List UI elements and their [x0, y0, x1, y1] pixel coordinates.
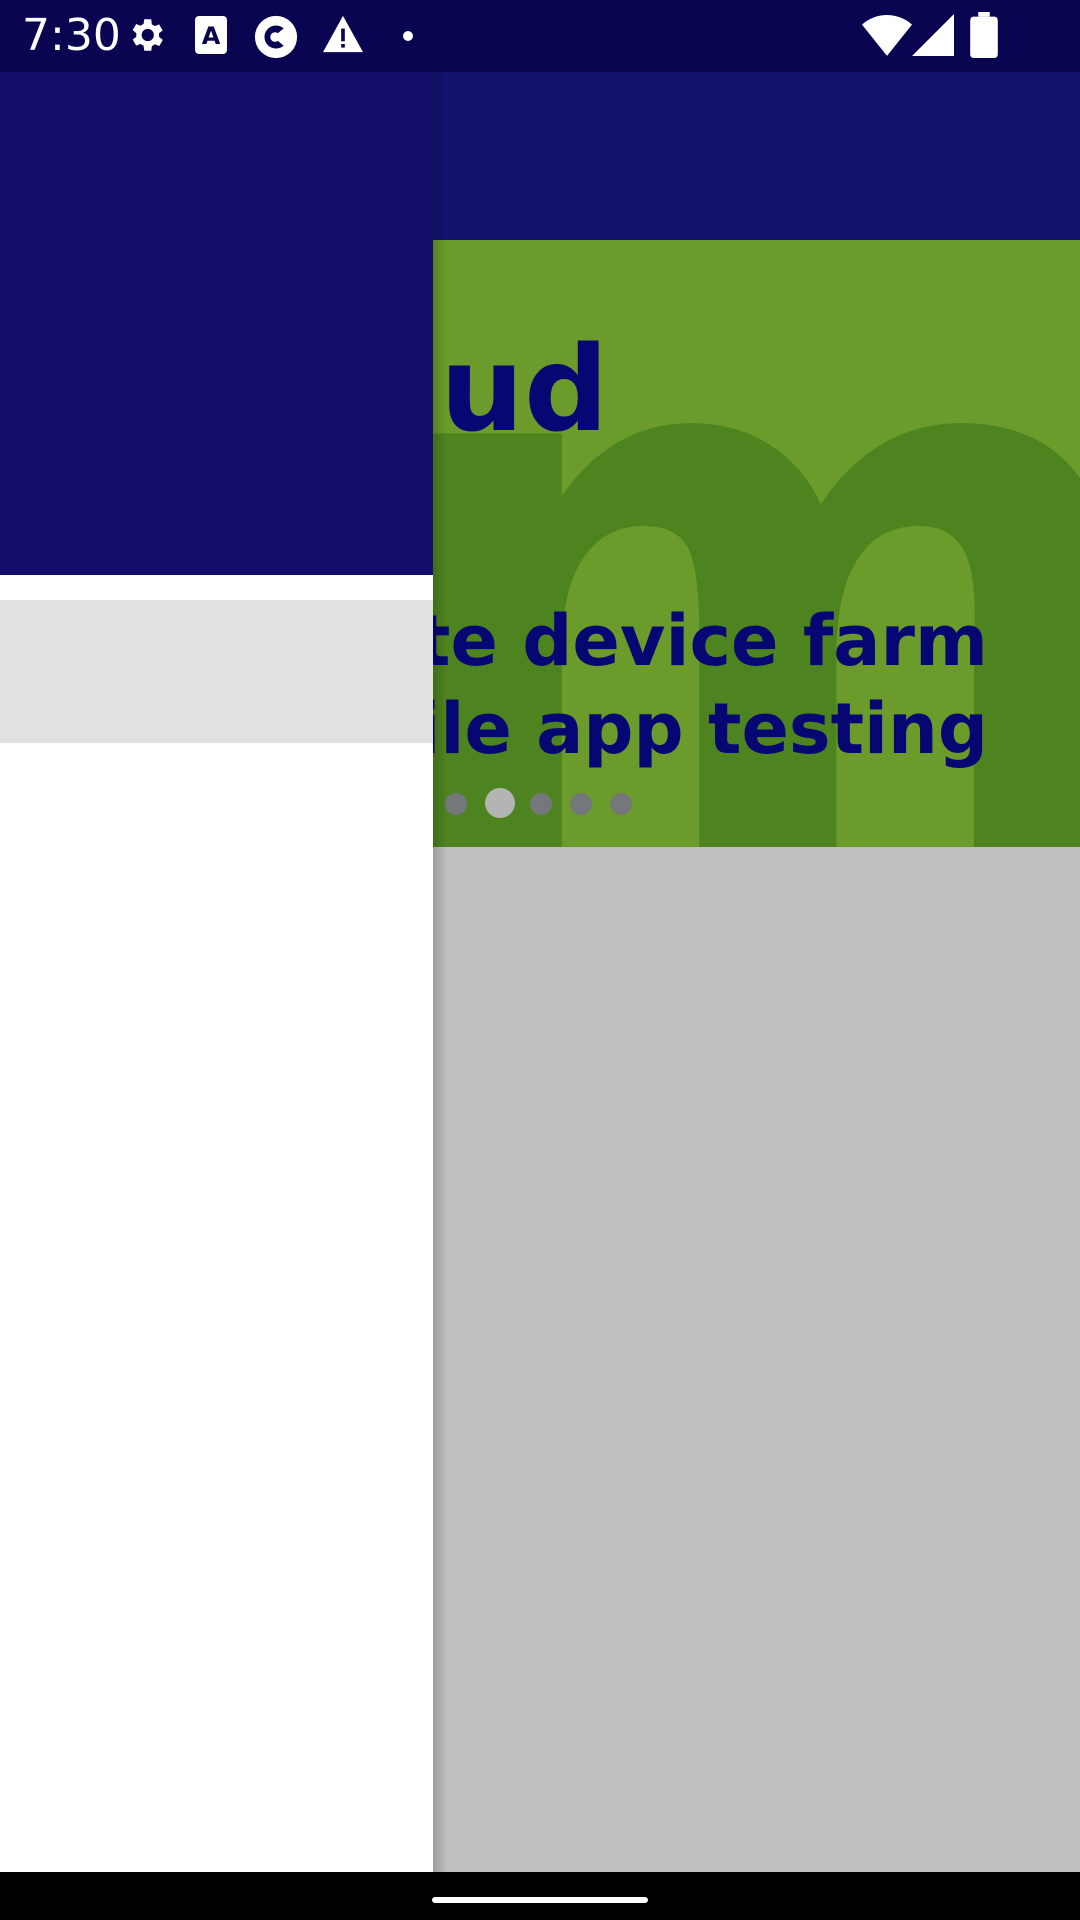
- status-time: 7:30: [22, 10, 121, 61]
- gear-icon: [132, 19, 163, 51]
- drawer-shadow: [433, 72, 447, 1872]
- battery-icon: [970, 12, 998, 58]
- keyboard-a-icon: A: [195, 16, 227, 54]
- signal-icon: [912, 14, 954, 56]
- drawer-header: [0, 72, 433, 575]
- home-handle[interactable]: [432, 1897, 648, 1903]
- status-bar: 7:30 A: [0, 0, 1080, 72]
- browserstack-icon: [254, 15, 298, 59]
- dot-icon: [403, 31, 413, 41]
- navigation-drawer: [0, 72, 433, 1872]
- wifi-icon: [862, 15, 912, 56]
- navigation-bar: [0, 1872, 1080, 1920]
- warning-icon: [323, 15, 363, 53]
- svg-text:A: A: [202, 22, 221, 50]
- drawer-item-selected[interactable]: [0, 600, 433, 743]
